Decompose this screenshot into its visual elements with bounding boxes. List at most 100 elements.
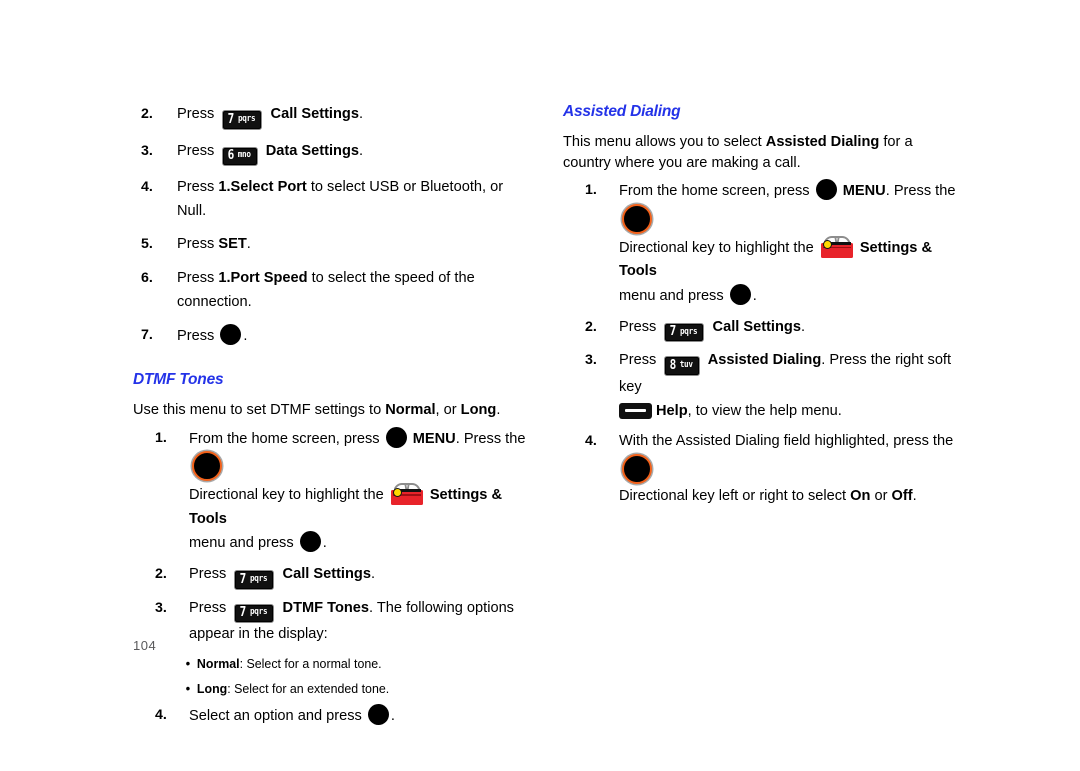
- option-description: : Select for a normal tone.: [239, 655, 382, 671]
- step-bold-label: Call Settings: [712, 318, 801, 335]
- keycap-letters: pqrs: [238, 113, 256, 124]
- step-item: 3. Press 6 mno Data Settings.: [133, 140, 533, 167]
- keycap-letters: pqrs: [250, 607, 268, 618]
- step-number: 6.: [141, 270, 153, 287]
- ok-key-icon: [299, 531, 321, 553]
- keycap-letters: pqrs: [250, 573, 268, 584]
- step-number: 5.: [141, 236, 153, 253]
- ok-key-icon: [220, 324, 242, 346]
- menu-label: MENU: [412, 430, 456, 447]
- option-label: Long: [196, 680, 228, 696]
- step-item: 4. Press 1.Select Port to select USB or B…: [133, 176, 533, 223]
- step-item: 4. With the Assisted Dialing field highl…: [563, 430, 963, 509]
- intro-part-a: This menu allows you to select: [563, 134, 766, 151]
- assisted-dialing-step-list: 1. From the home screen, press MENU. Pre…: [563, 179, 963, 509]
- step-item: 2. Press 7 pqrs Call Settings.: [133, 563, 533, 590]
- step-text: Press: [177, 179, 219, 196]
- step-item: 5. Press SET.: [133, 233, 533, 257]
- step-text-a: With the Assisted Dialing field highligh…: [619, 433, 954, 450]
- directional-key-icon: [622, 453, 652, 484]
- step-text: Press: [619, 352, 657, 369]
- step-item: 2. Press 7 pqrs Call Settings.: [133, 103, 533, 130]
- key-8-tuv-icon: 8 tuv: [664, 356, 700, 376]
- step-tail: .: [370, 566, 375, 582]
- step-text: Press: [177, 142, 215, 159]
- step-text-d: Directional key to highlight the: [619, 239, 814, 256]
- help-label: Help: [656, 402, 688, 419]
- key-7-pqrs-icon: 7 pqrs: [222, 110, 263, 130]
- dtmf-step-list-continued: 4. Select an option and press .: [133, 704, 533, 729]
- ok-key-icon: [729, 284, 751, 306]
- step-text-d: or: [870, 488, 892, 505]
- step-tail: .: [390, 708, 395, 725]
- keycap-digit: 7: [227, 111, 235, 127]
- settings-and-tools-toolbox-icon: [390, 483, 423, 506]
- step-text: Press: [189, 566, 227, 582]
- toolbox-band: [398, 489, 421, 493]
- ok-key-icon: [385, 426, 407, 448]
- step-bold-label: 1.Port Speed: [218, 270, 308, 287]
- step-text-a: From the home screen, press: [189, 430, 380, 447]
- step-text-g: .: [752, 288, 757, 305]
- step-tail: .: [243, 328, 248, 345]
- option-off-label: Off: [891, 488, 913, 505]
- dtmf-step-list: 1. From the home screen, press MENU. Pre…: [133, 426, 533, 647]
- directional-key-icon: [622, 204, 652, 235]
- keycap-digit: 7: [239, 605, 247, 621]
- option-on-label: On: [850, 488, 871, 505]
- manual-page: 2. Press 7 pqrs Call Settings. 3. Press 6…: [0, 0, 1080, 771]
- step-bold-label: Call Settings: [270, 106, 359, 122]
- step-text-f: menu and press: [189, 535, 294, 552]
- section-heading-dtmf-tones: DTMF Tones: [133, 371, 224, 389]
- step-number: 2.: [585, 318, 597, 335]
- step-number: 4.: [155, 707, 167, 724]
- step-item: 7. Press .: [133, 324, 533, 349]
- ok-key-icon: [367, 704, 389, 726]
- step-bold-label: Data Settings: [265, 142, 359, 159]
- intro-bold-normal: Normal: [385, 402, 436, 419]
- step-item: 3. Press 8 tuv Assisted Dialing. Press th…: [563, 349, 963, 423]
- list-item: • Normal: Select for a normal tone.: [133, 654, 509, 673]
- step-tail: .: [800, 318, 805, 335]
- step-text: Press: [177, 328, 215, 345]
- step-tail: .: [358, 142, 364, 159]
- key-7-pqrs-icon: 7 pqrs: [234, 603, 275, 624]
- step-item: 1. From the home screen, press MENU. Pre…: [133, 426, 533, 556]
- keycap-digit: 8: [669, 357, 677, 373]
- assisted-dialing-intro-paragraph: This menu allows you to select Assisted …: [563, 132, 963, 173]
- data-settings-step-list: 2. Press 7 pqrs Call Settings. 3. Press 6…: [133, 103, 533, 349]
- bullet-dot-icon: •: [185, 679, 191, 696]
- dtmf-options-list: • Normal: Select for a normal tone. • Lo…: [133, 654, 533, 698]
- page-number: 104: [133, 638, 157, 653]
- step-tail: .: [358, 106, 363, 122]
- step-text-d: Directional key to highlight the: [189, 487, 384, 504]
- step-text-c: . Press the: [885, 183, 956, 200]
- key-6-mno-icon: 6 mno: [222, 146, 258, 167]
- key-7-pqrs-icon: 7 pqrs: [664, 322, 705, 343]
- step-item: 3. Press 7 pqrs DTMF Tones. The following…: [133, 597, 533, 647]
- option-label: Normal: [196, 655, 240, 671]
- menu-label: MENU: [842, 183, 886, 200]
- step-bold-label: SET: [218, 236, 247, 253]
- dtmf-intro-paragraph: Use this menu to set DTMF settings to No…: [133, 400, 533, 421]
- keycap-digit: 6: [227, 148, 235, 164]
- settings-and-tools-toolbox-icon: [820, 235, 853, 258]
- step-text: Press: [177, 270, 219, 287]
- toolbox-latch: [393, 487, 403, 497]
- step-bold-label: Assisted Dialing: [707, 352, 822, 369]
- step-text-b: Directional key left or right to select: [619, 488, 851, 505]
- step-tail: .: [246, 236, 251, 253]
- step-bold-label: DTMF Tones: [282, 599, 370, 616]
- step-number: 2.: [141, 106, 153, 122]
- step-text: Press: [189, 599, 227, 616]
- step-number: 3.: [155, 599, 167, 616]
- intro-part-a: Use this menu to set DTMF settings to: [133, 402, 386, 419]
- step-number: 4.: [585, 433, 597, 450]
- option-description: : Select for an extended tone.: [227, 680, 390, 696]
- keycap-letters: tuv: [679, 360, 693, 371]
- key-7-pqrs-icon: 7 pqrs: [234, 570, 275, 590]
- toolbox-band: [828, 241, 851, 245]
- step-text: Press: [177, 106, 215, 122]
- step-text: Press: [619, 318, 657, 335]
- step-text-f: menu and press: [619, 288, 724, 305]
